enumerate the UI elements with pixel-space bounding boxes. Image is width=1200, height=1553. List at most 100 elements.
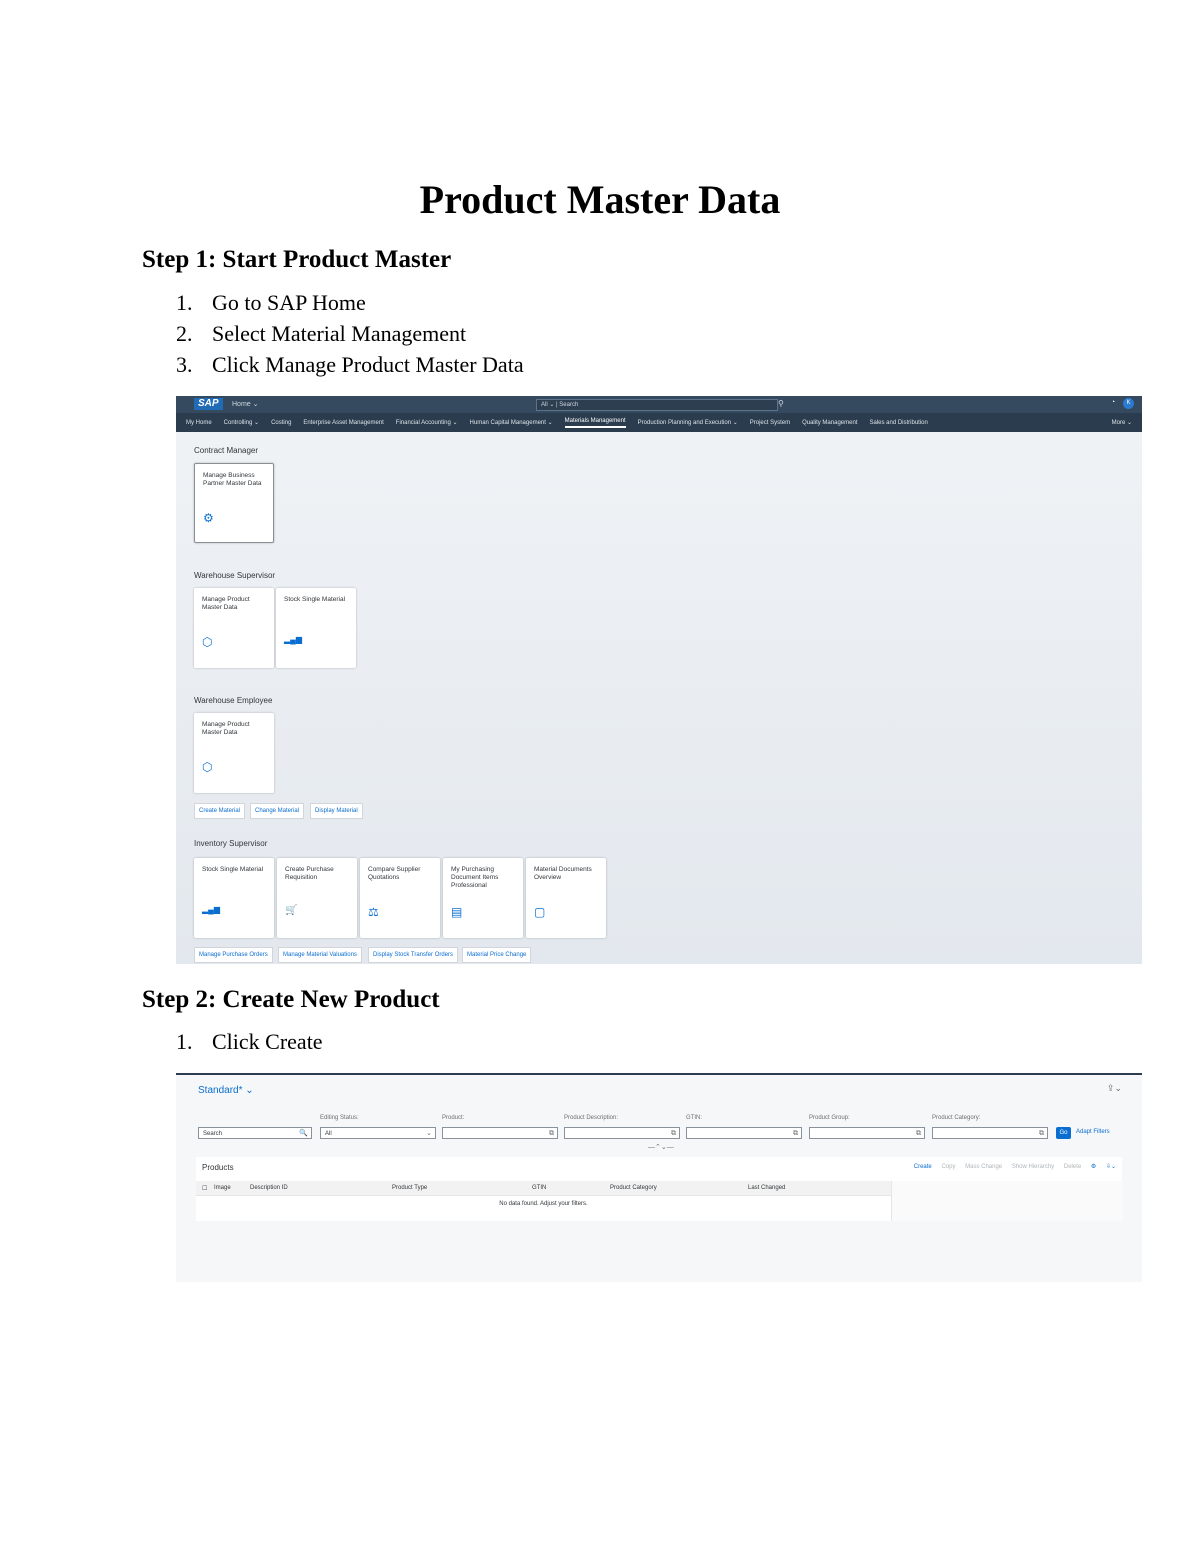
step2-list: 1. Click Create <box>176 1026 323 1057</box>
table-toolbar: Create Copy Mass Change Show Hierarchy D… <box>906 1163 1116 1170</box>
link-display-material[interactable]: Display Material <box>310 803 363 819</box>
delete-button[interactable]: Delete <box>1064 1164 1081 1170</box>
share-icon[interactable]: ⇪⌄ <box>1107 1083 1122 1094</box>
tab-controlling[interactable]: Controlling ⌄ <box>224 419 259 426</box>
filter-label: Product Description: <box>564 1115 619 1121</box>
notification-icon[interactable]: ◔ <box>1111 399 1115 406</box>
no-data-text: No data found. Adjust your filters. <box>499 1201 588 1207</box>
create-button[interactable]: Create <box>914 1164 932 1170</box>
filter-label: Product Category: <box>932 1115 981 1121</box>
value-help-icon[interactable]: ⧉ <box>549 1128 554 1140</box>
launchpad-screenshot: SAP Home ⌄ All ⌄ | Search ⚲ ◔ K My Home … <box>176 396 1142 964</box>
product-icon: ⬡ <box>202 760 213 774</box>
column-header[interactable]: GTIN <box>532 1185 546 1191</box>
products-table: Products Create Copy Mass Change Show Hi… <box>196 1157 1123 1221</box>
collapse-header-icon[interactable]: —⌃⌄— <box>648 1143 674 1151</box>
cart-icon: 🛒 <box>285 905 298 916</box>
chevron-down-icon: ⌄ <box>426 1130 432 1137</box>
document-title: Product Master Data <box>419 177 781 222</box>
link-material-price-change[interactable]: Material Price Change <box>462 947 532 963</box>
link-manage-material-valuations[interactable]: Manage Material Valuations <box>278 947 362 963</box>
step2-heading: Step 2: Create New Product <box>142 986 440 1013</box>
product-field[interactable]: ⧉ <box>442 1127 558 1139</box>
gtin-field[interactable]: ⧉ <box>686 1127 802 1139</box>
table-header: ☐ Image Description ID Product Type GTIN… <box>196 1181 891 1196</box>
list-item: 1. Click Create <box>176 1029 323 1054</box>
tile-my-purchasing-document-items[interactable]: My Purchasing Document Items Professiona… <box>443 858 523 938</box>
tab-sales-distribution[interactable]: Sales and Distribution <box>869 420 927 426</box>
sap-logo: SAP <box>194 398 223 410</box>
column-header[interactable]: Product Category <box>610 1185 657 1191</box>
step1-list: 1. Go to SAP Home 2. Select Material Manag… <box>176 287 524 380</box>
tile-manage-product-master[interactable]: Manage Product Master Data ⬡ <box>194 713 274 793</box>
link-manage-purchase-orders[interactable]: Manage Purchase Orders <box>194 947 273 963</box>
product-description-field[interactable]: ⧉ <box>564 1127 680 1139</box>
link-change-material[interactable]: Change Material <box>250 803 305 819</box>
variant-selector[interactable]: Standard* ⌄ <box>198 1085 254 1096</box>
column-header[interactable]: Product Type <box>392 1185 427 1191</box>
adapt-filters-button[interactable]: Adapt Filters <box>1076 1129 1110 1135</box>
product-group-field[interactable]: ⧉ <box>809 1127 925 1139</box>
scale-icon: ⚖ <box>368 905 379 919</box>
filter-label: Product: <box>442 1115 465 1121</box>
editing-status-select[interactable]: All ⌄ <box>320 1127 436 1139</box>
search-icon[interactable]: 🔍 <box>299 1128 308 1140</box>
show-hierarchy-button[interactable]: Show Hierarchy <box>1012 1164 1054 1170</box>
copy-button[interactable]: Copy <box>941 1164 955 1170</box>
column-header[interactable]: Description ID <box>250 1185 288 1191</box>
tab-financial-accounting[interactable]: Financial Accounting ⌄ <box>396 419 458 426</box>
tile-stock-single-material[interactable]: Stock Single Material ▂▄▆ <box>276 588 356 668</box>
tab-hcm[interactable]: Human Capital Management ⌄ <box>470 419 553 426</box>
settings-icon[interactable]: ⚙ <box>1091 1164 1096 1170</box>
tile-manage-product-master[interactable]: Manage Product Master Data ⬡ <box>194 588 274 668</box>
search-input[interactable]: Search 🔍 <box>198 1127 312 1139</box>
bar-chart-icon: ▂▄▆ <box>284 635 302 644</box>
value-help-icon[interactable]: ⧉ <box>793 1128 798 1140</box>
filter-label: Product Group: <box>809 1115 850 1121</box>
group-title: Warehouse Supervisor <box>194 571 276 580</box>
tab-costing[interactable]: Costing <box>271 420 291 426</box>
gear-icon: ⚙ <box>203 511 214 525</box>
column-header[interactable]: Image <box>214 1185 231 1191</box>
product-list-screenshot: Standard* ⌄ ⇪⌄ Search 🔍 Editing Status: A… <box>176 1073 1142 1282</box>
value-help-icon[interactable]: ⧉ <box>916 1128 921 1140</box>
tab-materials-management[interactable]: Materials Management <box>564 418 626 428</box>
column-header[interactable]: Last Changed <box>748 1185 785 1191</box>
export-icon[interactable]: ⇩⌄ <box>1106 1164 1116 1170</box>
shell-icons: ◔ K <box>1111 398 1134 409</box>
tile-material-documents-overview[interactable]: Material Documents Overview ▢ <box>526 858 606 938</box>
select-all-checkbox[interactable]: ☐ <box>202 1185 207 1192</box>
tile-manage-business-partner[interactable]: Manage Business Partner Master Data ⚙ <box>194 463 274 543</box>
list-item: 2. Select Material Management <box>176 321 467 346</box>
avatar[interactable]: K <box>1123 398 1134 409</box>
list-item: 3. Click Manage Product Master Data <box>176 352 524 377</box>
search-input[interactable]: All ⌄ | Search <box>536 399 778 411</box>
tile-compare-supplier-quotations[interactable]: Compare Supplier Quotations ⚖ <box>360 858 440 938</box>
more-menu[interactable]: More ⌄ <box>1112 419 1132 426</box>
tab-production-planning[interactable]: Production Planning and Execution ⌄ <box>638 419 738 426</box>
tab-project-system[interactable]: Project System <box>750 420 790 426</box>
table-title: Products <box>202 1163 234 1172</box>
value-help-icon[interactable]: ⧉ <box>1039 1128 1044 1140</box>
document-icon: ▢ <box>534 905 546 919</box>
tile-stock-single-material[interactable]: Stock Single Material ▂▄▆ <box>194 858 274 938</box>
group-title: Contract Manager <box>194 446 259 455</box>
value-help-icon[interactable]: ⧉ <box>671 1128 676 1140</box>
go-button[interactable]: Go <box>1056 1127 1071 1139</box>
home-menu[interactable]: Home ⌄ <box>232 400 258 408</box>
document-list-icon: ▤ <box>451 905 463 919</box>
space-tabs: My Home Controlling ⌄ Costing Enterprise… <box>176 413 1142 432</box>
tab-my-home[interactable]: My Home <box>186 420 212 426</box>
filter-label: GTIN: <box>686 1115 702 1121</box>
search-icon[interactable]: ⚲ <box>778 399 784 408</box>
link-create-material[interactable]: Create Material <box>194 803 246 819</box>
product-category-field[interactable]: ⧉ <box>932 1127 1048 1139</box>
tab-eam[interactable]: Enterprise Asset Management <box>303 420 383 426</box>
tile-create-purchase-requisition[interactable]: Create Purchase Requisition 🛒 <box>277 858 357 938</box>
step1-heading: Step 1: Start Product Master <box>142 246 452 273</box>
link-display-stock-transfer-orders[interactable]: Display Stock Transfer Orders <box>368 947 459 963</box>
group-title: Warehouse Employee <box>194 696 273 705</box>
tab-quality-management[interactable]: Quality Management <box>802 420 857 426</box>
mass-change-button[interactable]: Mass Change <box>965 1164 1002 1170</box>
filter-label: Editing Status: <box>320 1115 359 1121</box>
